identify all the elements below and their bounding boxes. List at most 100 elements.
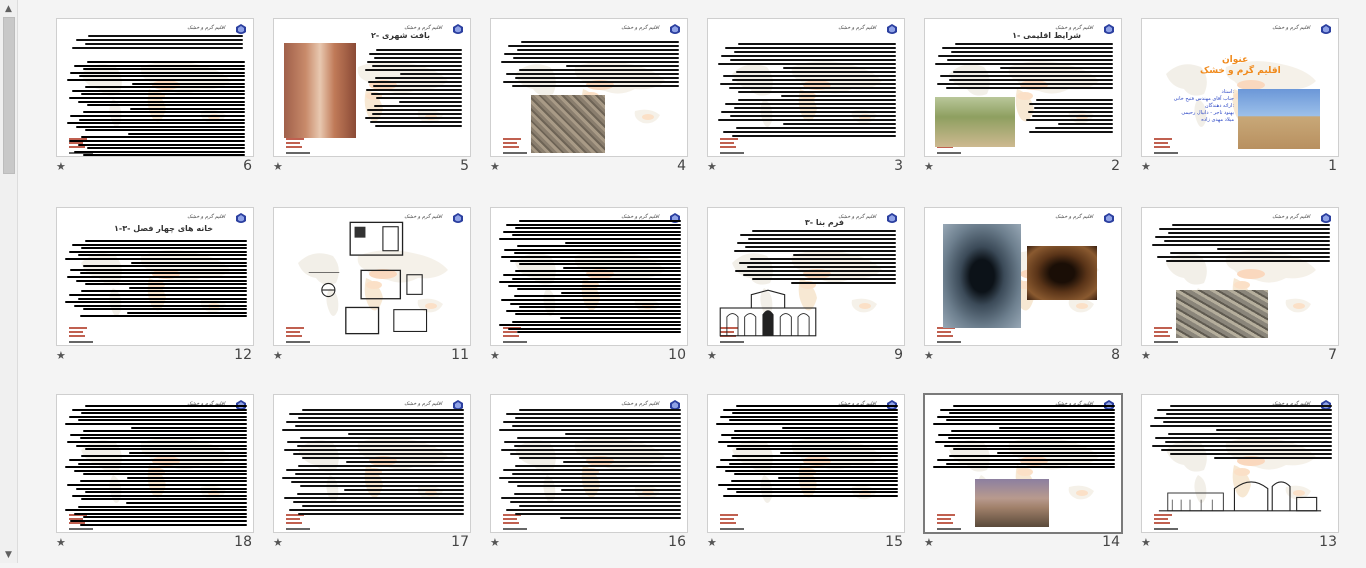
slide-transition-star-icon[interactable]: ★ — [1141, 349, 1151, 362]
slide-body-text — [497, 409, 681, 521]
slide-number: 1 — [1328, 158, 1337, 174]
building-elevation-drawing — [718, 288, 818, 338]
slide-transition-star-icon[interactable]: ★ — [1141, 536, 1151, 549]
slide-preview[interactable]: اقلیم گرم و خشک — [1141, 394, 1339, 533]
slide-transition-star-icon[interactable]: ★ — [273, 160, 283, 173]
slide-number: 15 — [885, 534, 903, 550]
slide-footer-credits — [286, 138, 304, 148]
building-section-drawing — [1156, 473, 1324, 513]
slide-preview[interactable]: اقلیم گرم و خشک — [273, 207, 471, 346]
slide-body-text — [65, 61, 245, 156]
slide-transition-star-icon[interactable]: ★ — [707, 349, 717, 362]
slide-thumbnail-10[interactable]: اقلیم گرم و خشک 10 ★ — [490, 207, 690, 381]
slide-thumbnail-3[interactable]: اقلیم گرم و خشک 3 ★ — [707, 18, 907, 192]
slide-title: ۱- شرایط اقلیمی — [1012, 31, 1081, 40]
slide-transition-star-icon[interactable]: ★ — [924, 349, 934, 362]
slide-footer-credits — [937, 327, 955, 337]
slide-transition-star-icon[interactable]: ★ — [56, 349, 66, 362]
slide-preview[interactable]: اقلیم گرم و خشک — [56, 394, 254, 533]
slide-footer-name — [937, 338, 961, 343]
slide-thumbnail-18[interactable]: اقلیم گرم و خشک 18 ★ — [56, 394, 256, 568]
slide-number: 13 — [1319, 534, 1337, 550]
slide-preview[interactable]: اقلیم گرم و خشک ۲- بافت شهری — [273, 18, 471, 157]
slide-preview[interactable]: اقلیم گرم و خشک ۳- فرم بنا — [707, 207, 905, 346]
slide-footer-name — [720, 525, 744, 530]
university-logo-icon — [1102, 211, 1116, 225]
slide-preview[interactable]: اقلیم گرم و خشک ۱- شرایط اقلیمی — [924, 18, 1122, 157]
slide-thumbnail-6[interactable]: اقلیم گرم و خشک 6 ★ — [56, 18, 256, 192]
slide-transition-star-icon[interactable]: ★ — [490, 536, 500, 549]
slide-preview[interactable]: اقلیم گرم و خشک — [707, 394, 905, 533]
slide-thumbnail-8[interactable]: اقلیم گرم و خشک 8 ★ — [924, 207, 1124, 381]
slide-body-text — [67, 35, 243, 51]
slide-transition-star-icon[interactable]: ★ — [56, 536, 66, 549]
slide-thumbnail-12[interactable]: اقلیم گرم و خشک ۱-۳- خانه های چهار فصل 12 ★ — [56, 207, 256, 381]
slide-header-text: اقلیم گرم و خشک — [1055, 214, 1093, 220]
slide-preview[interactable]: اقلیم گرم و خشک — [490, 18, 688, 157]
slide-transition-star-icon[interactable]: ★ — [273, 536, 283, 549]
slide-footer-name — [286, 525, 310, 530]
slide-number: 11 — [451, 347, 469, 363]
slide-thumbnail-9[interactable]: اقلیم گرم و خشک ۳- فرم بنا 9 ★ — [707, 207, 907, 381]
slide-footer-name — [720, 338, 744, 343]
slide-thumbnail-5[interactable]: اقلیم گرم و خشک ۲- بافت شهری 5 ★ — [273, 18, 473, 192]
slide-transition-star-icon[interactable]: ★ — [924, 160, 934, 173]
slide-preview[interactable]: اقلیم گرم و خشک — [924, 207, 1122, 346]
scroll-up-arrow-icon[interactable]: ▲ — [0, 0, 17, 17]
slide-preview[interactable]: اقلیم گرم و خشک — [56, 18, 254, 157]
slide-thumbnail-15[interactable]: اقلیم گرم و خشک 15 ★ — [707, 394, 907, 568]
university-logo-icon — [451, 211, 465, 225]
slide-number: 7 — [1328, 347, 1337, 363]
narrow-alley-photo — [284, 43, 356, 138]
slide-body-text — [1148, 405, 1332, 461]
slide-preview[interactable]: اقلیم گرم و خشک — [490, 207, 688, 346]
slide-title-top: عنوان — [1222, 55, 1249, 65]
slide-header-text: اقلیم گرم و خشک — [1272, 214, 1310, 220]
slide-preview[interactable]: اقلیم گرم و خشک — [1141, 207, 1339, 346]
slide-title-main: اقلیم گرم و خشک — [1200, 66, 1281, 76]
university-logo-icon — [668, 22, 682, 36]
slide-thumbnail-17[interactable]: اقلیم گرم و خشک 17 ★ — [273, 394, 473, 568]
slide-number: 2 — [1111, 158, 1120, 174]
slide-preview[interactable]: اقلیم گرم و خشک — [490, 394, 688, 533]
slide-transition-star-icon[interactable]: ★ — [1141, 160, 1151, 173]
slide-header-text: اقلیم گرم و خشک — [838, 25, 876, 31]
slide-thumbnail-13[interactable]: اقلیم گرم و خشک 13 ★ — [1141, 394, 1341, 568]
slide-number: 14 — [1102, 534, 1120, 550]
scrollbar-thumb[interactable] — [3, 17, 15, 174]
slide-footer-credits — [1154, 327, 1172, 337]
university-logo-icon — [1319, 211, 1333, 225]
slide-number: 3 — [894, 158, 903, 174]
slide-thumbnail-14[interactable]: اقلیم گرم و خشک 14 ★ — [923, 393, 1124, 568]
vertical-scrollbar[interactable]: ▲ ▼ — [0, 0, 18, 563]
slide-footer-name — [720, 149, 744, 154]
slide-footer-name — [69, 338, 93, 343]
slide-transition-star-icon[interactable]: ★ — [490, 160, 500, 173]
slide-preview[interactable]: اقلیم گرم و خشک — [707, 18, 905, 157]
slide-transition-star-icon[interactable]: ★ — [924, 536, 934, 549]
slide-thumbnail-2[interactable]: اقلیم گرم و خشک ۱- شرایط اقلیمی 2 ★ — [924, 18, 1124, 192]
slide-preview[interactable]: اقلیم گرم و خشک — [923, 393, 1123, 534]
scroll-down-arrow-icon[interactable]: ▼ — [0, 546, 17, 563]
slide-footer-credits — [69, 327, 87, 337]
university-logo-icon — [1319, 22, 1333, 36]
slide-thumbnail-7[interactable]: اقلیم گرم و خشک 7 ★ — [1141, 207, 1341, 381]
slide-preview[interactable]: اقلیم گرم و خشک ۱-۳- خانه های چهار فصل — [56, 207, 254, 346]
slide-thumbnail-16[interactable]: اقلیم گرم و خشک 16 ★ — [490, 394, 690, 568]
slide-transition-star-icon[interactable]: ★ — [273, 349, 283, 362]
slide-number: 18 — [234, 534, 252, 550]
slide-transition-star-icon[interactable]: ★ — [707, 160, 717, 173]
university-logo-icon — [234, 22, 248, 36]
slide-transition-star-icon[interactable]: ★ — [707, 536, 717, 549]
slide-transition-star-icon[interactable]: ★ — [56, 160, 66, 173]
slide-preview[interactable]: اقلیم گرم و خشک — [273, 394, 471, 533]
slide-footer-name — [937, 149, 961, 154]
slide-thumbnail-1[interactable]: اقلیم گرم و خشک عنوان اقلیم گرم و خشک استاد… — [1141, 18, 1341, 192]
slide-body-text — [716, 99, 896, 139]
slide-body-text — [497, 220, 681, 335]
slide-thumbnail-4[interactable]: اقلیم گرم و خشک 4 ★ — [490, 18, 690, 192]
university-logo-icon — [234, 211, 248, 225]
slide-thumbnail-11[interactable]: اقلیم گرم و خشک 11 ★ — [273, 207, 473, 381]
slide-preview[interactable]: اقلیم گرم و خشک عنوان اقلیم گرم و خشک استاد… — [1141, 18, 1339, 157]
slide-transition-star-icon[interactable]: ★ — [490, 349, 500, 362]
